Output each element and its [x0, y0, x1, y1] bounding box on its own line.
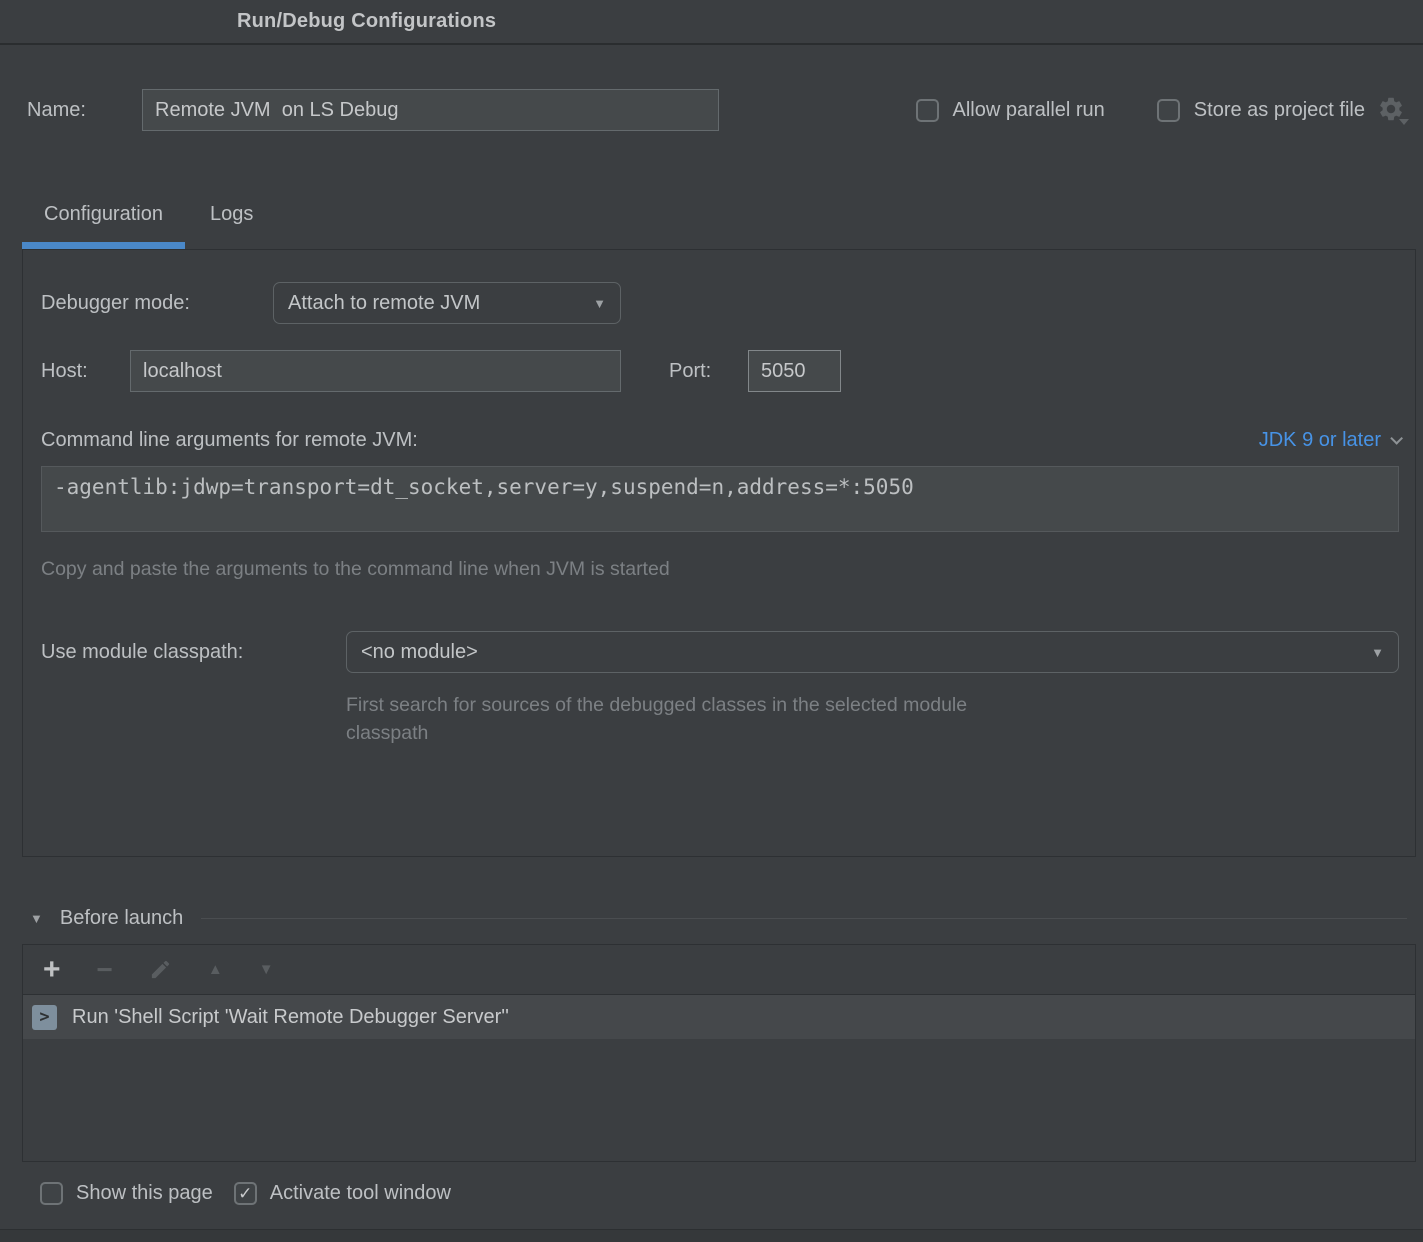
add-task-button[interactable]: + — [43, 955, 61, 985]
port-label: Port: — [669, 360, 748, 383]
show-this-page-checkbox[interactable] — [40, 1182, 63, 1205]
host-port-row: Host: Port: — [41, 350, 1399, 392]
tab-configuration[interactable]: Configuration — [22, 203, 185, 249]
jdk-version-selector[interactable]: JDK 9 or later — [1259, 429, 1399, 452]
allow-parallel-run-label: Allow parallel run — [953, 99, 1105, 122]
header-options: Allow parallel run Store as project file — [916, 95, 1408, 125]
configuration-panel: Debugger mode: Attach to remote JVM ▼ Ho… — [22, 249, 1416, 857]
tab-logs[interactable]: Logs — [185, 203, 279, 249]
activate-tool-window-option[interactable]: ✓ Activate tool window — [234, 1182, 451, 1205]
before-launch-divider — [201, 918, 1407, 919]
store-as-project-file-checkbox[interactable] — [1157, 99, 1180, 122]
before-launch-task-label: Run 'Shell Script 'Wait Remote Debugger … — [72, 1006, 509, 1029]
module-classpath-label: Use module classpath: — [41, 641, 346, 664]
show-this-page-option[interactable]: Show this page — [40, 1182, 213, 1205]
module-classpath-row: Use module classpath: <no module> ▼ — [41, 631, 1399, 673]
chevron-down-icon: ▼ — [1371, 646, 1384, 659]
remove-task-button[interactable]: − — [97, 956, 113, 984]
before-launch-header: ▼ Before launch — [22, 907, 1407, 930]
command-line-arguments-textarea[interactable]: -agentlib:jdwp=transport=dt_socket,serve… — [41, 466, 1399, 532]
name-row: Name: Allow parallel run Store as projec… — [27, 89, 1407, 131]
module-classpath-hint: First search for sources of the debugged… — [346, 691, 1026, 747]
debugger-mode-value: Attach to remote JVM — [288, 292, 480, 315]
activate-tool-window-label: Activate tool window — [270, 1182, 451, 1205]
store-settings-gear-button[interactable] — [1377, 95, 1407, 125]
activate-tool-window-checkbox[interactable]: ✓ — [234, 1182, 257, 1205]
tab-bar: Configuration Logs — [0, 203, 1423, 249]
dialog-bottom-edge — [0, 1229, 1423, 1242]
allow-parallel-run-option[interactable]: Allow parallel run — [916, 99, 1105, 122]
checkmark-icon: ✓ — [238, 1185, 252, 1202]
chevron-down-icon — [1390, 432, 1403, 445]
shell-script-run-icon: > — [32, 1005, 57, 1030]
command-line-label: Command line arguments for remote JVM: — [41, 429, 418, 452]
name-input[interactable] — [142, 89, 719, 131]
jdk-version-label: JDK 9 or later — [1259, 429, 1381, 452]
store-as-project-file-label: Store as project file — [1194, 99, 1365, 122]
module-classpath-value: <no module> — [361, 641, 478, 664]
move-down-button[interactable]: ▼ — [259, 962, 274, 977]
command-line-hint: Copy and paste the arguments to the comm… — [41, 558, 1399, 581]
debugger-mode-select[interactable]: Attach to remote JVM ▼ — [273, 282, 621, 324]
before-launch-task-row[interactable]: > Run 'Shell Script 'Wait Remote Debugge… — [23, 995, 1415, 1039]
gear-caret-icon — [1399, 119, 1409, 125]
host-input[interactable] — [130, 350, 621, 392]
dialog-titlebar: Run/Debug Configurations — [0, 0, 1423, 45]
port-input[interactable] — [748, 350, 841, 392]
edit-task-button[interactable] — [149, 958, 172, 981]
dialog-title: Run/Debug Configurations — [0, 10, 496, 33]
collapse-triangle-icon[interactable]: ▼ — [30, 911, 43, 926]
chevron-down-icon: ▼ — [593, 297, 606, 310]
host-label: Host: — [41, 360, 130, 383]
command-line-header: Command line arguments for remote JVM: J… — [41, 426, 1399, 454]
before-launch-panel: + − ▲ ▼ > Run 'Shell Script 'Wait Remote… — [22, 944, 1416, 1162]
pencil-icon — [149, 958, 172, 981]
debugger-mode-label: Debugger mode: — [41, 292, 273, 315]
show-this-page-label: Show this page — [76, 1182, 213, 1205]
debugger-mode-row: Debugger mode: Attach to remote JVM ▼ — [41, 282, 1399, 324]
footer-options: Show this page ✓ Activate tool window — [40, 1182, 1423, 1205]
name-label: Name: — [27, 99, 142, 122]
before-launch-toolbar: + − ▲ ▼ — [23, 945, 1415, 995]
before-launch-title: Before launch — [60, 907, 183, 930]
allow-parallel-run-checkbox[interactable] — [916, 99, 939, 122]
module-classpath-select[interactable]: <no module> ▼ — [346, 631, 1399, 673]
move-up-button[interactable]: ▲ — [208, 962, 223, 977]
store-as-project-file-option[interactable]: Store as project file — [1157, 99, 1365, 122]
